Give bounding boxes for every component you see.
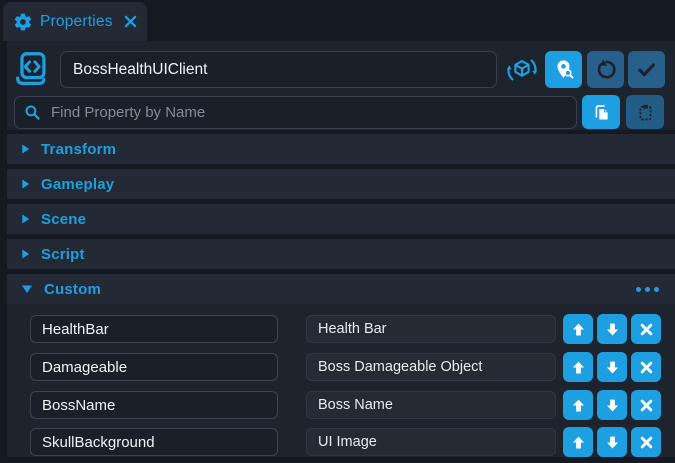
property-name-input[interactable] xyxy=(30,353,278,381)
revert-button[interactable] xyxy=(587,51,624,88)
paste-button[interactable] xyxy=(626,95,664,129)
property-value-field[interactable]: Boss Name xyxy=(306,391,556,419)
chevron-right-icon xyxy=(21,143,30,155)
section-transform[interactable]: Transform xyxy=(7,134,675,164)
find-in-scene-button[interactable] xyxy=(545,51,582,88)
property-name-input[interactable] xyxy=(30,428,278,456)
property-value-field[interactable]: UI Image xyxy=(306,428,556,456)
chevron-right-icon xyxy=(21,213,30,225)
custom-property-row: Health Bar xyxy=(7,314,675,344)
delete-property-button[interactable] xyxy=(631,314,661,344)
section-label: Custom xyxy=(44,281,623,298)
move-up-button[interactable] xyxy=(563,427,593,457)
move-up-button[interactable] xyxy=(563,390,593,420)
move-up-button[interactable] xyxy=(563,352,593,382)
section-gameplay[interactable]: Gameplay xyxy=(7,169,675,199)
panel-edge xyxy=(0,457,675,463)
apply-button[interactable] xyxy=(628,51,665,88)
close-icon[interactable] xyxy=(124,15,137,28)
section-custom[interactable]: Custom xyxy=(7,274,675,304)
panel-edge xyxy=(0,41,7,463)
property-value-field[interactable]: Boss Damageable Object xyxy=(306,353,556,381)
chevron-down-icon xyxy=(21,284,33,294)
custom-property-row: Boss Name xyxy=(7,390,675,420)
tab-properties[interactable]: Properties xyxy=(3,2,147,41)
tab-title: Properties xyxy=(40,13,117,31)
section-script[interactable]: Script xyxy=(7,239,675,269)
custom-property-row: UI Image xyxy=(7,427,675,457)
section-label: Gameplay xyxy=(41,176,661,193)
delete-property-button[interactable] xyxy=(631,352,661,382)
property-name-input[interactable] xyxy=(30,391,278,419)
custom-section-menu-button[interactable] xyxy=(634,283,661,296)
property-value-field[interactable]: Health Bar xyxy=(306,315,556,343)
move-down-button[interactable] xyxy=(597,352,627,382)
move-up-button[interactable] xyxy=(563,314,593,344)
chevron-right-icon xyxy=(21,178,30,190)
section-label: Transform xyxy=(41,141,661,158)
copy-button[interactable] xyxy=(582,95,620,129)
delete-property-button[interactable] xyxy=(631,427,661,457)
search-input[interactable] xyxy=(49,103,568,122)
section-label: Script xyxy=(41,246,661,263)
properties-panel: Properties xyxy=(0,0,675,463)
networked-cube-icon xyxy=(503,51,540,88)
object-name-input[interactable] xyxy=(60,51,497,88)
delete-property-button[interactable] xyxy=(631,390,661,420)
move-down-button[interactable] xyxy=(597,390,627,420)
script-icon xyxy=(11,48,53,95)
search-icon xyxy=(23,103,42,122)
section-label: Scene xyxy=(41,211,661,228)
gear-icon xyxy=(13,12,33,32)
move-down-button[interactable] xyxy=(597,314,627,344)
move-down-button[interactable] xyxy=(597,427,627,457)
property-search-box[interactable] xyxy=(14,96,577,129)
property-name-input[interactable] xyxy=(30,315,278,343)
tab-bar: Properties xyxy=(0,0,675,41)
chevron-right-icon xyxy=(21,248,30,260)
section-scene[interactable]: Scene xyxy=(7,204,675,234)
custom-property-row: Boss Damageable Object xyxy=(7,352,675,382)
